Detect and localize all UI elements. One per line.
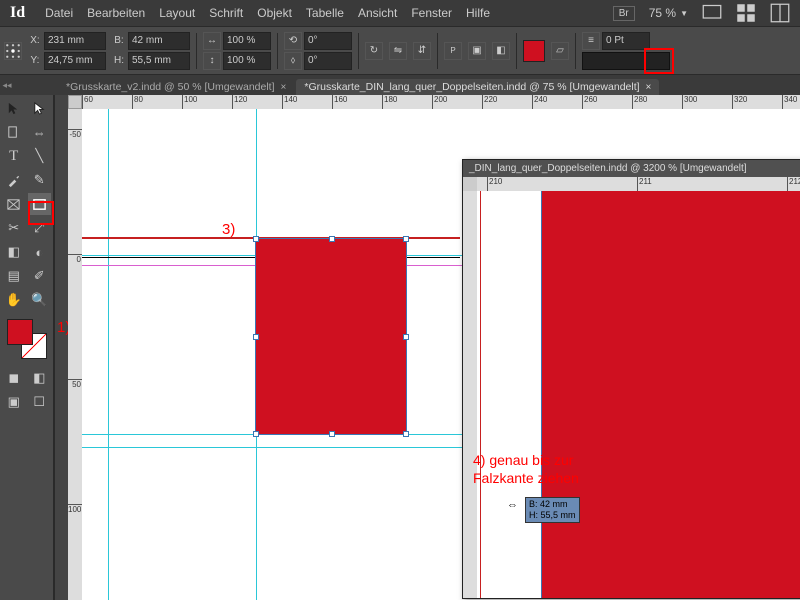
menu-objekt[interactable]: Objekt (257, 6, 292, 20)
control-bar: X: Y: B: H: ↔ ↕ ⟲ ⬨ ↻ ⇋ ⇵ P ▣ ◧ ▱ ≡ (0, 26, 800, 75)
stroke-style[interactable] (582, 52, 670, 70)
menu-tabelle[interactable]: Tabelle (306, 6, 344, 20)
apply-gradient-icon[interactable]: ◧ (28, 367, 52, 389)
menubar: Id Datei Bearbeiten Layout Schrift Objek… (0, 0, 800, 26)
ruler-origin[interactable] (68, 95, 82, 109)
note-tool[interactable]: ▤ (2, 265, 26, 287)
selection-tool[interactable] (2, 97, 26, 119)
vertical-ruler[interactable]: -50 0 50 100 (68, 109, 82, 600)
scalex-field[interactable] (223, 32, 271, 50)
floater-vruler[interactable] (463, 191, 477, 598)
app-logo-icon: Id (10, 4, 25, 22)
view-mode-preview[interactable]: ☐ (28, 391, 52, 413)
workarea: ⇔ T╲ ✎ ✂⤢ ◧◐ ▤✐ ✋🔍 ◼◧ ▣☐ 1) 60 80 100 12… (0, 95, 800, 600)
pen-tool[interactable] (2, 169, 26, 191)
resize-cursor-icon: ⇔ (507, 499, 518, 511)
floater-red-area[interactable] (541, 191, 800, 598)
fill-proxy[interactable] (7, 319, 33, 345)
pencil-tool[interactable]: ✎ (28, 169, 52, 191)
h-field[interactable] (128, 52, 190, 70)
gap-tool[interactable]: ⇔ (28, 121, 52, 143)
panel-collapse-strip[interactable] (54, 95, 68, 600)
eyedropper-tool[interactable]: ✐ (28, 265, 52, 287)
rotate-icon: ⟲ (284, 32, 302, 50)
rotate-field[interactable] (304, 32, 352, 50)
shear-field[interactable] (304, 52, 352, 70)
hand-tool[interactable]: ✋ (2, 289, 26, 311)
x-field[interactable] (44, 32, 106, 50)
close-icon[interactable]: × (646, 82, 652, 93)
tab-doc2[interactable]: *Grusskarte_DIN_lang_quer_Doppelseiten.i… (296, 79, 659, 95)
line-tool[interactable]: ╲ (28, 145, 52, 167)
scale-x-icon: ↔ (203, 32, 221, 50)
document-tabstrip: ◂◂ *Grusskarte_v2.indd @ 50 % [Umgewande… (0, 75, 800, 95)
menu-bearbeiten[interactable]: Bearbeiten (87, 6, 145, 20)
menu-schrift[interactable]: Schrift (209, 6, 243, 20)
floater-titlebar[interactable]: _DIN_lang_quer_Doppelseiten.indd @ 3200 … (463, 160, 800, 177)
fill-stroke-proxy[interactable] (7, 319, 47, 359)
ref-point-icon[interactable] (4, 42, 22, 60)
direct-select-tool[interactable] (28, 97, 52, 119)
menu-datei[interactable]: Datei (45, 6, 73, 20)
apply-color-icon[interactable]: ◼ (2, 367, 26, 389)
toolbox: ⇔ T╲ ✎ ✂⤢ ◧◐ ▤✐ ✋🔍 ◼◧ ▣☐ (0, 95, 54, 600)
selection-bbox (255, 238, 407, 435)
ruler-origin[interactable] (463, 177, 477, 191)
screen-mode-icon[interactable] (702, 4, 722, 22)
rect-frame-tool[interactable] (2, 193, 26, 215)
flip-v-icon[interactable]: ⇵ (413, 42, 431, 60)
annotation-3: 3) (222, 221, 235, 238)
pasteboard[interactable]: 3) _DIN_lang_quer_Doppelseiten.indd @ 32… (82, 109, 800, 600)
horizontal-ruler[interactable]: 60 80 100 120 140 160 180 200 220 240 26… (82, 95, 800, 109)
floater-hruler[interactable]: 210 211 212 (477, 177, 800, 191)
page-tool[interactable] (2, 121, 26, 143)
gradient-feather-tool[interactable]: ◐ (28, 241, 52, 263)
chevron-down-icon: ▼ (680, 9, 688, 18)
rotate-cw-icon[interactable]: ↻ (365, 42, 383, 60)
rectangle-tool[interactable] (28, 193, 52, 215)
arrange-docs-icon[interactable] (736, 4, 756, 22)
constrain-icon[interactable]: P (444, 42, 462, 60)
zoom-tool[interactable]: 🔍 (28, 289, 52, 311)
close-icon[interactable]: × (281, 82, 287, 93)
menu-hilfe[interactable]: Hilfe (466, 6, 490, 20)
scaley-field[interactable] (223, 52, 271, 70)
tab-doc1[interactable]: *Grusskarte_v2.indd @ 50 % [Umgewandelt]… (58, 79, 294, 95)
gradient-swatch-tool[interactable]: ◧ (2, 241, 26, 263)
floating-doc-window[interactable]: _DIN_lang_quer_Doppelseiten.indd @ 3200 … (462, 159, 800, 599)
bridge-button[interactable]: Br (613, 6, 635, 21)
y-field[interactable] (44, 52, 106, 70)
fill-swatch[interactable] (523, 40, 545, 62)
zoom-level[interactable]: 75 %▼ (649, 6, 688, 20)
select-container-icon[interactable]: ▣ (468, 42, 486, 60)
stroke-weight-icon: ≡ (582, 32, 600, 50)
dimension-tooltip: B: 42 mmH: 55,5 mm (525, 497, 580, 523)
view-mode-normal[interactable]: ▣ (2, 391, 26, 413)
shear-icon: ⬨ (284, 52, 302, 70)
type-tool[interactable]: T (2, 145, 26, 167)
stroke-swatch-icon[interactable]: ▱ (551, 42, 569, 60)
annotation-4: 4) genau bis zurFalzkante ziehen (473, 451, 579, 487)
menu-fenster[interactable]: Fenster (411, 6, 452, 20)
flip-h-icon[interactable]: ⇋ (389, 42, 407, 60)
transform-tool[interactable]: ⤢ (28, 217, 52, 239)
strokept-field[interactable] (602, 32, 650, 50)
select-content-icon[interactable]: ◧ (492, 42, 510, 60)
scissors-tool[interactable]: ✂ (2, 217, 26, 239)
menu-ansicht[interactable]: Ansicht (358, 6, 397, 20)
workspace-icon[interactable] (770, 4, 790, 22)
scale-y-icon: ↕ (203, 52, 221, 70)
menu-layout[interactable]: Layout (159, 6, 195, 20)
w-field[interactable] (128, 32, 190, 50)
document-canvas[interactable]: 60 80 100 120 140 160 180 200 220 240 26… (68, 95, 800, 600)
tabstrip-handle-icon[interactable]: ◂◂ (0, 75, 14, 95)
